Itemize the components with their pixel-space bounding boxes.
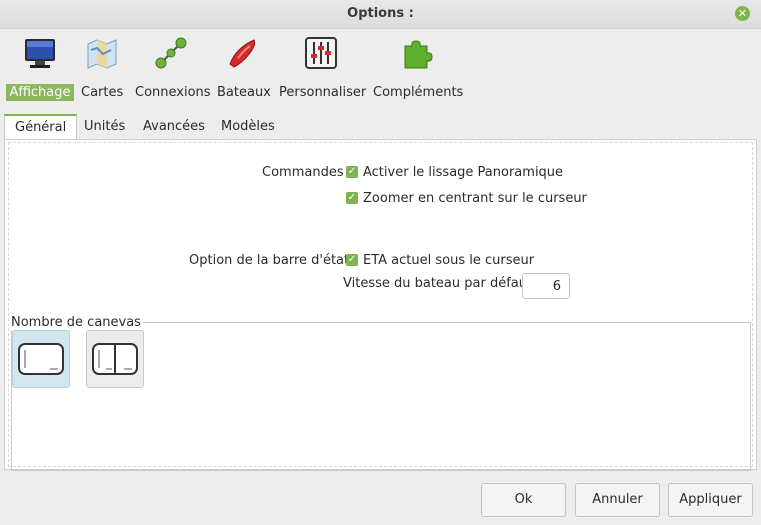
category-affichage[interactable]: Affichage	[6, 34, 74, 104]
boat-icon	[229, 39, 256, 68]
category-label: Personnaliser	[279, 85, 367, 100]
eta-label[interactable]: ETA actuel sous le curseur	[363, 253, 534, 268]
monitor-icon	[25, 39, 55, 68]
category-label: Affichage	[6, 84, 74, 101]
dual-canvas-icon	[92, 343, 138, 375]
category-label: Cartes	[81, 85, 124, 100]
tab-avancees[interactable]: Avancées	[133, 114, 215, 140]
single-canvas-button[interactable]	[12, 330, 70, 388]
window-title: Options :	[347, 6, 414, 21]
category-label: Compléments	[373, 85, 464, 100]
canvas-group-label: Nombre de canevas	[11, 315, 143, 330]
lissage-label[interactable]: Activer le lissage Panoramique	[363, 165, 563, 180]
tab-unites[interactable]: Unités	[74, 114, 135, 140]
map-icon	[87, 39, 117, 69]
dual-canvas-button[interactable]	[86, 330, 144, 388]
category-bateaux[interactable]: Bateaux	[214, 34, 272, 104]
category-personnaliser[interactable]: Personnaliser	[276, 34, 366, 104]
category-cartes[interactable]: Cartes	[78, 34, 126, 104]
connections-icon	[155, 37, 187, 69]
commandes-label: Commandes	[262, 165, 344, 180]
boat-speed-label: Vitesse du bateau par défaut	[343, 276, 533, 291]
category-connexions[interactable]: Connexions	[132, 34, 211, 104]
lissage-checkbox[interactable]: ✓	[346, 166, 358, 178]
title-bar: Options : ✕	[0, 0, 761, 29]
apply-button[interactable]: Appliquer	[668, 483, 753, 517]
close-icon[interactable]: ✕	[735, 6, 750, 21]
zoom-cursor-label[interactable]: Zoomer en centrant sur le curseur	[363, 191, 587, 206]
category-label: Connexions	[135, 85, 211, 100]
status-bar-label: Option de la barre d'état	[189, 253, 350, 268]
category-complements[interactable]: Compléments	[370, 34, 464, 104]
cancel-button[interactable]: Annuler	[575, 483, 660, 517]
category-label: Bateaux	[217, 85, 271, 100]
boat-speed-input[interactable]: 6	[522, 273, 570, 299]
ok-button[interactable]: Ok	[481, 483, 566, 517]
puzzle-icon	[404, 40, 433, 69]
single-canvas-icon	[18, 343, 64, 375]
eta-checkbox[interactable]: ✓	[346, 254, 358, 266]
tab-modeles[interactable]: Modèles	[211, 114, 285, 140]
sliders-icon	[305, 37, 337, 69]
zoom-cursor-checkbox[interactable]: ✓	[346, 192, 358, 204]
tab-general[interactable]: Général	[4, 114, 78, 141]
